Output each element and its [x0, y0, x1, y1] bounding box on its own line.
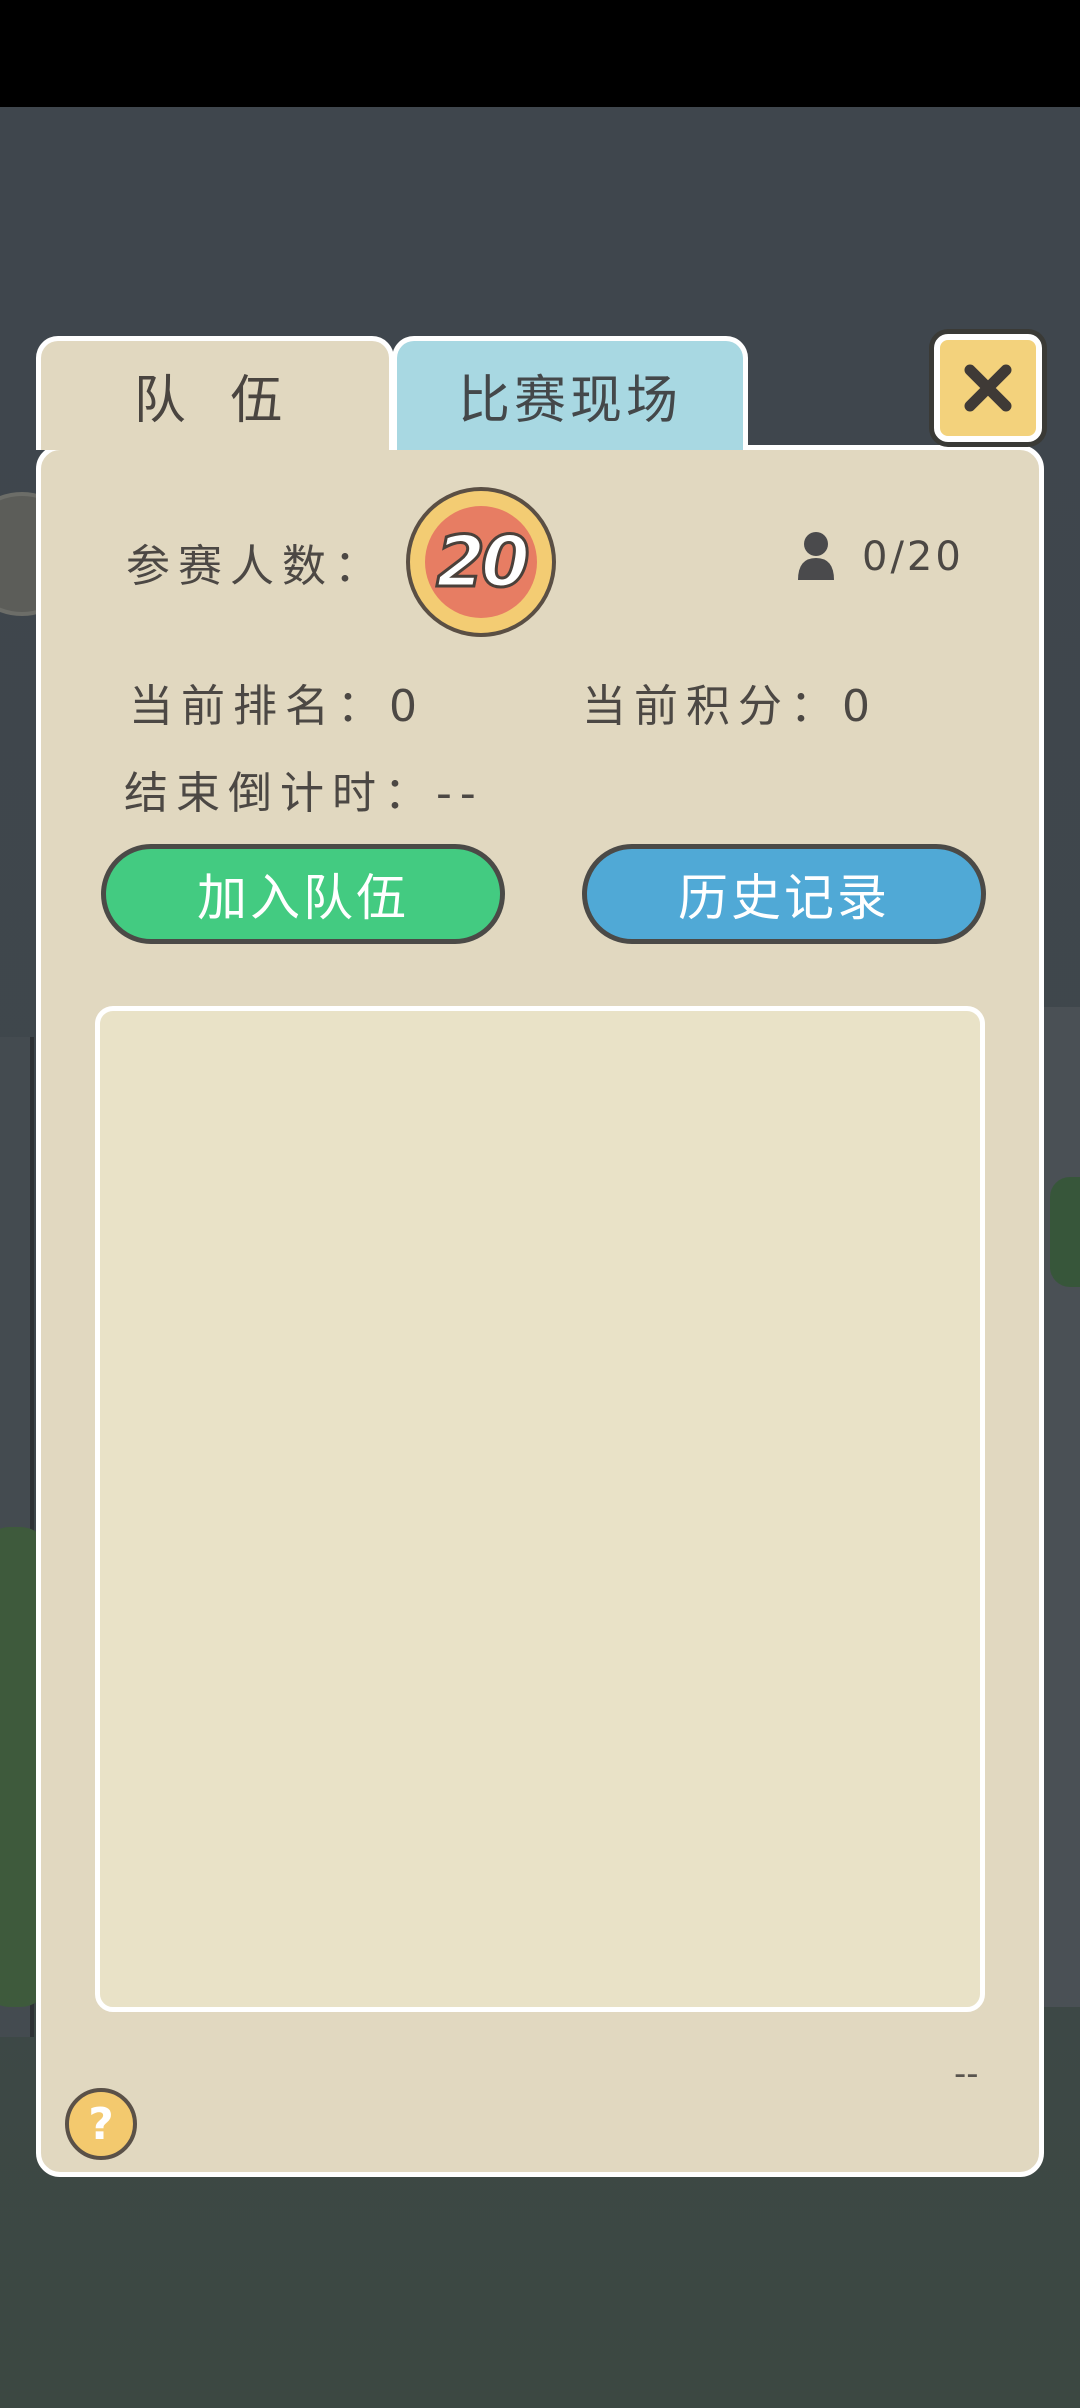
person-icon [798, 532, 834, 580]
participants-badge: 20 [406, 487, 556, 637]
participants-badge-value: 20 [435, 520, 531, 605]
tab-contest-live-label: 比赛现场 [457, 371, 682, 431]
tab-contest-live[interactable]: 比赛现场 [392, 336, 748, 450]
join-team-button-label: 加入队伍 [197, 869, 409, 927]
team-list-box[interactable] [95, 1006, 985, 2012]
current-score: 当前积分：0 [582, 681, 878, 732]
close-icon [964, 364, 1012, 412]
background-tree-right [1050, 1177, 1080, 1287]
countdown-label: 结束倒计时：-- [124, 768, 484, 819]
footer-status: -- [954, 2054, 979, 2094]
current-rank: 当前排名：0 [129, 681, 425, 732]
question-icon: ? [88, 2098, 114, 2150]
help-button[interactable]: ? [65, 2088, 137, 2160]
tab-team[interactable]: 队 伍 [36, 336, 394, 450]
close-button[interactable] [934, 334, 1042, 442]
history-button-label: 历史记录 [678, 869, 890, 927]
history-button[interactable]: 历史记录 [582, 844, 986, 944]
status-bar [0, 0, 1080, 107]
members-count: 0/20 [862, 534, 964, 580]
tab-team-label: 队 伍 [133, 371, 297, 431]
participants-label: 参赛人数： [126, 541, 386, 592]
join-team-button[interactable]: 加入队伍 [101, 844, 505, 944]
